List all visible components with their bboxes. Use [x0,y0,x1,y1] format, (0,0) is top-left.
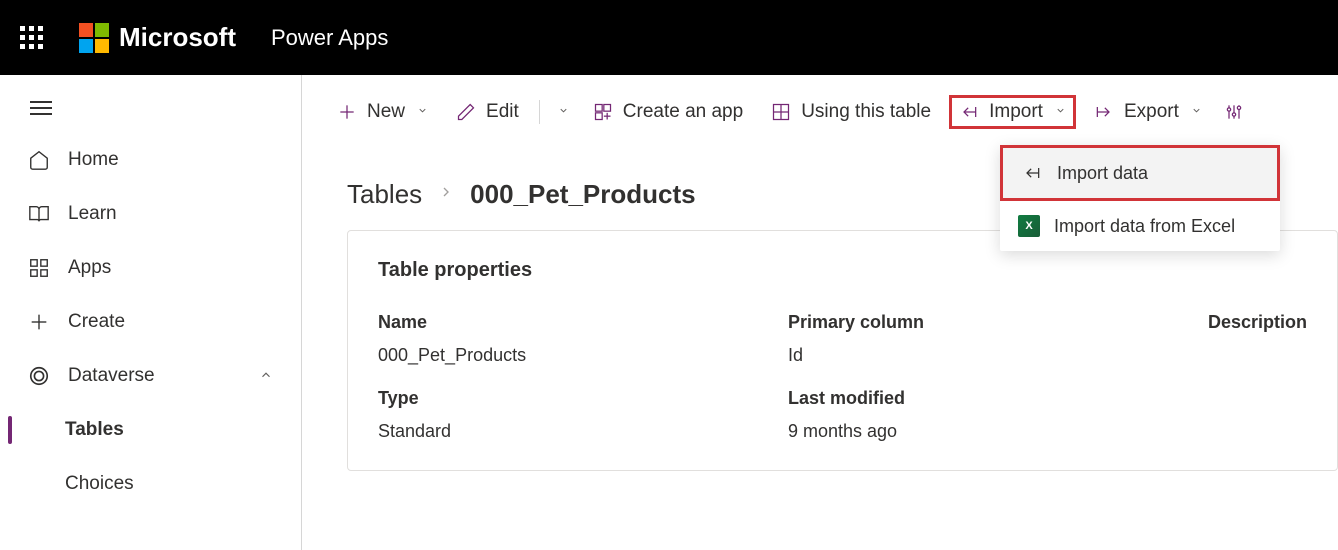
value-last-modified: 9 months ago [788,421,1198,442]
sidebar-item-tables[interactable]: Tables [0,403,301,457]
chevron-down-icon [417,105,428,119]
command-bar: New Edit Create an app [302,75,1338,149]
dropdown-label: Import data from Excel [1054,216,1235,237]
toolbar-label: Import [989,101,1043,123]
toolbar-label: Export [1124,101,1179,123]
separator [539,100,540,124]
label-primary-column: Primary column [788,312,1198,333]
sidebar-item-home[interactable]: Home [0,133,301,187]
import-button[interactable]: Import [949,95,1076,129]
dropdown-item-import-excel[interactable]: X Import data from Excel [1000,201,1280,251]
excel-icon: X [1018,215,1040,237]
microsoft-logo-icon [79,23,109,53]
brand-text: Microsoft [119,22,236,53]
plus-icon [28,311,50,333]
sidebar-item-label: Choices [65,473,134,495]
label-name: Name [378,312,788,333]
sidebar-item-create[interactable]: Create [0,295,301,349]
dropdown-label: Import data [1057,163,1148,184]
app-launcher-icon[interactable] [20,26,44,50]
hamburger-menu-button[interactable] [0,83,301,133]
import-icon [959,102,979,122]
app-grid-icon [593,102,613,122]
sidebar-item-dataverse[interactable]: Dataverse [0,349,301,403]
using-table-button[interactable]: Using this table [761,95,941,129]
edit-button[interactable]: Edit [446,95,529,129]
label-description: Description [1198,312,1307,333]
export-button[interactable]: Export [1084,95,1212,129]
book-icon [28,203,50,225]
sidebar-item-label: Apps [68,257,111,279]
sidebar-item-label: Learn [68,203,117,225]
chevron-up-icon [259,368,273,385]
app-name: Power Apps [271,25,388,51]
import-dropdown: Import data X Import data from Excel [1000,145,1280,251]
value-type: Standard [378,421,788,442]
hamburger-icon [30,101,52,115]
table-icon [771,102,791,122]
table-properties-card: Table properties Name Primary column Des… [347,230,1338,471]
plus-icon [337,102,357,122]
chevron-down-icon [1055,105,1066,119]
toolbar-label: New [367,101,405,123]
card-title: Table properties [378,259,1307,282]
toolbar-label: Create an app [623,101,743,123]
import-icon [1021,162,1043,184]
chevron-down-icon [1191,105,1202,119]
sidebar-item-learn[interactable]: Learn [0,187,301,241]
create-app-button[interactable]: Create an app [583,95,753,129]
sidebar-item-choices[interactable]: Choices [0,457,301,511]
dataverse-icon [28,365,50,387]
edit-split-chevron[interactable] [552,99,575,125]
label-last-modified: Last modified [788,388,1198,409]
microsoft-logo[interactable]: Microsoft [79,22,236,53]
export-icon [1094,102,1114,122]
breadcrumb-current: 000_Pet_Products [470,179,695,210]
sidebar-item-label: Create [68,311,125,333]
sidebar-item-label: Dataverse [68,365,155,387]
value-primary-column: Id [788,345,1198,366]
settings-sliders-icon[interactable] [1224,102,1244,122]
toolbar-label: Using this table [801,101,931,123]
label-type: Type [378,388,788,409]
value-name: 000_Pet_Products [378,345,788,366]
sidebar-item-label: Home [68,149,119,171]
grid-icon [28,257,50,279]
breadcrumb-parent[interactable]: Tables [347,179,422,210]
sidebar-item-label: Tables [65,419,124,441]
app-header: Microsoft Power Apps [0,0,1338,75]
dropdown-item-import-data[interactable]: Import data [1000,145,1280,201]
new-button[interactable]: New [327,95,438,129]
content-area: New Edit Create an app [302,75,1338,550]
chevron-right-icon [438,183,454,206]
sidebar: Home Learn Apps Create Dataverse [0,75,302,550]
properties-grid: Name Primary column Description 000_Pet_… [378,312,1307,442]
toolbar-label: Edit [486,101,519,123]
home-icon [28,149,50,171]
sidebar-item-apps[interactable]: Apps [0,241,301,295]
pencil-icon [456,102,476,122]
